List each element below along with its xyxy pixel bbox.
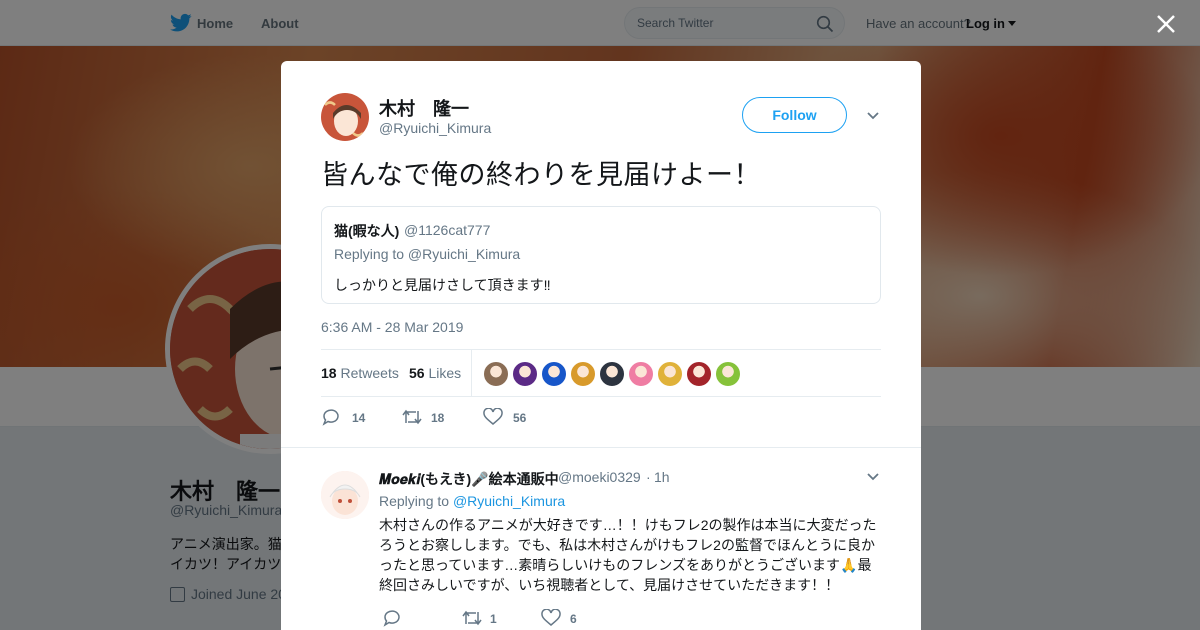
liker-avatar-8[interactable] <box>686 361 712 387</box>
tweet-timestamp[interactable]: 6:36 AM - 28 Mar 2019 <box>321 319 463 335</box>
reply-retweet-count: 1 <box>490 612 497 626</box>
heart-icon <box>483 408 503 425</box>
author-avatar[interactable] <box>321 93 369 141</box>
follow-button[interactable]: Follow <box>742 97 847 133</box>
reply-avatar-illustration <box>321 471 369 519</box>
quote-replying-to: Replying to @Ryuichi_Kimura <box>334 246 521 262</box>
liker-avatar-9[interactable] <box>715 361 741 387</box>
liker-avatar-3[interactable] <box>541 361 567 387</box>
tweet-stats: 18 Retweets 56 Likes <box>321 349 881 397</box>
quote-author-name: 猫(暇な人) <box>334 223 400 239</box>
quoted-tweet[interactable]: 猫(暇な人) @1126cat777 Replying to @Ryuichi_… <box>321 206 881 304</box>
reply-count: 14 <box>352 411 366 425</box>
stats-divider <box>471 350 472 396</box>
retweet-count: 18 <box>431 411 445 425</box>
author-avatar-illustration <box>321 93 369 141</box>
heart-icon <box>541 609 561 626</box>
reply-author-handle[interactable]: @moeki0329 <box>558 469 641 485</box>
liker-avatar-2[interactable] <box>512 361 538 387</box>
retweets-stat[interactable]: 18 Retweets <box>321 365 399 381</box>
liker-avatar-4[interactable] <box>570 361 596 387</box>
reply-replying-prefix: Replying to <box>379 493 453 509</box>
replies-separator <box>281 447 921 457</box>
reply-replying-to: Replying to @Ryuichi_Kimura <box>379 493 565 509</box>
reply-dot-separator: · <box>646 469 651 485</box>
reply-icon <box>383 610 400 627</box>
reply-icon <box>322 409 339 426</box>
reply-like-count: 6 <box>570 612 577 626</box>
retweet-icon <box>462 610 482 626</box>
chevron-down-icon[interactable] <box>867 473 879 481</box>
reply-replying-handle-link[interactable]: @Ryuichi_Kimura <box>453 493 565 509</box>
retweets-count: 18 <box>321 365 337 381</box>
retweets-label: Retweets <box>340 365 399 381</box>
quote-text: しっかりと見届けさして頂きます‼ <box>334 277 551 293</box>
reply-text: 木村さんの作るアニメが大好きです…！！けもフレ2の製作は本当に大変だったろうとお… <box>379 517 877 593</box>
tweet-modal: 木村 隆一 @Ryuichi_Kimura Follow 皆んなで俺の終わりを見… <box>281 61 921 630</box>
liker-avatar-6[interactable] <box>628 361 654 387</box>
likes-label: Likes <box>428 365 462 381</box>
liker-avatar-1[interactable] <box>483 361 509 387</box>
liker-avatar-7[interactable] <box>657 361 683 387</box>
author-name[interactable]: 木村 隆一 <box>379 95 469 121</box>
quote-author-handle: @1126cat777 <box>404 222 491 238</box>
liker-avatar-5[interactable] <box>599 361 625 387</box>
chevron-down-icon[interactable] <box>867 112 879 120</box>
reply-time[interactable]: 1h <box>654 469 670 485</box>
reply-author-name[interactable]: 𝑴𝒐𝒆𝒌𝒊(もえき)🎤絵本通販中 <box>379 469 559 489</box>
reply-avatar[interactable] <box>321 471 369 519</box>
likes-stat[interactable]: 56 Likes <box>409 365 461 381</box>
retweet-icon <box>402 409 422 425</box>
author-handle[interactable]: @Ryuichi_Kimura <box>379 120 491 136</box>
close-icon[interactable] <box>1155 13 1177 35</box>
like-count: 56 <box>513 411 527 425</box>
tweet-text: 皆んなで俺の終わりを見届けよー！ <box>321 160 761 190</box>
likes-count: 56 <box>409 365 425 381</box>
